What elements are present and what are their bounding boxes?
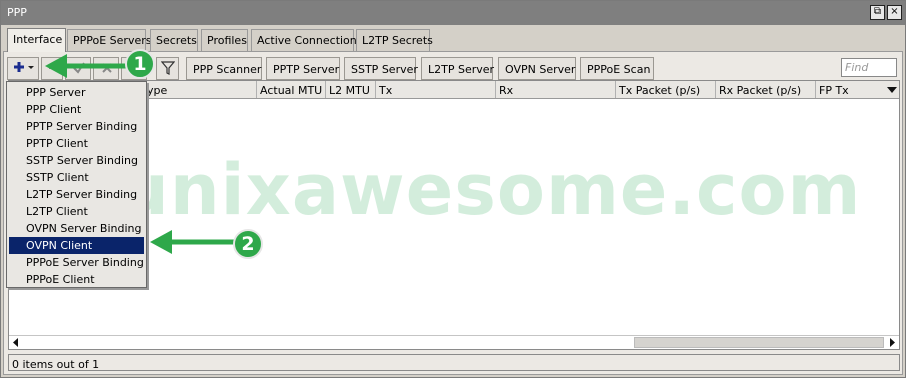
filter-button[interactable] [156, 57, 179, 80]
col-tx-packet[interactable]: Tx Packet (p/s) [616, 81, 716, 98]
pptp-server-button[interactable]: PPTP Server [266, 57, 340, 80]
col-rx-packet[interactable]: Rx Packet (p/s) [716, 81, 816, 98]
col-tx[interactable]: Tx [376, 81, 496, 98]
tab-interface[interactable]: Interface [7, 28, 66, 52]
add-plus-icon [14, 62, 34, 72]
watermark-text: unixawesome.com [119, 149, 862, 231]
scroll-right-icon[interactable] [887, 337, 897, 348]
menu-item-ppp-client[interactable]: PPP Client [9, 101, 144, 118]
tab-l2tp-secrets[interactable]: L2TP Secrets [356, 29, 433, 51]
scroll-left-icon[interactable] [11, 337, 21, 348]
close-icon[interactable]: × [887, 5, 902, 20]
column-menu-icon[interactable] [886, 84, 898, 96]
title-bar: PPP ⧉ × [1, 1, 905, 25]
horizontal-scrollbar[interactable] [9, 335, 899, 349]
tab-profiles[interactable]: Profiles [201, 29, 248, 51]
pppoe-scan-button[interactable]: PPPoE Scan [580, 57, 654, 80]
menu-item-pptp-client[interactable]: PPTP Client [9, 135, 144, 152]
sstp-server-button[interactable]: SSTP Server [344, 57, 418, 80]
find-input[interactable]: Find [841, 58, 897, 77]
menu-item-ppp-server[interactable]: PPP Server [9, 84, 144, 101]
add-dropdown-menu: PPP Server PPP Client PPTP Server Bindin… [6, 81, 147, 288]
status-bar: 0 items out of 1 [8, 354, 900, 371]
ovpn-server-button[interactable]: OVPN Server [498, 57, 576, 80]
menu-item-ovpn-server-binding[interactable]: OVPN Server Binding [9, 220, 144, 237]
menu-item-sstp-client[interactable]: SSTP Client [9, 169, 144, 186]
tab-pppoe-servers[interactable]: PPPoE Servers [67, 29, 152, 51]
step-badge-2: 2 [233, 229, 263, 259]
col-actual-mtu[interactable]: Actual MTU [257, 81, 326, 98]
menu-item-ovpn-client[interactable]: OVPN Client [9, 237, 144, 254]
annotation-arrow-1 [45, 54, 127, 78]
col-l2-mtu[interactable]: L2 MTU [326, 81, 376, 98]
menu-item-sstp-server-binding[interactable]: SSTP Server Binding [9, 152, 144, 169]
annotation-arrow-2 [150, 230, 234, 254]
menu-item-pppoe-client[interactable]: PPPoE Client [9, 271, 144, 288]
menu-item-pppoe-server-binding[interactable]: PPPoE Server Binding [9, 254, 144, 271]
ppp-scanner-button[interactable]: PPP Scanner [186, 57, 262, 80]
restore-icon[interactable]: ⧉ [870, 5, 885, 20]
col-rx[interactable]: Rx [496, 81, 616, 98]
scroll-thumb[interactable] [634, 337, 884, 348]
menu-item-l2tp-client[interactable]: L2TP Client [9, 203, 144, 220]
tab-active-connections[interactable]: Active Connections [251, 29, 363, 51]
window-title: PPP [7, 6, 27, 19]
filter-icon [160, 61, 176, 75]
col-fp-tx[interactable]: FP Tx [816, 81, 886, 98]
add-button[interactable] [7, 57, 39, 80]
menu-item-pptp-server-binding[interactable]: PPTP Server Binding [9, 118, 144, 135]
tab-secrets[interactable]: Secrets [150, 29, 198, 51]
step-badge-1: 1 [125, 49, 155, 79]
l2tp-server-button[interactable]: L2TP Server [421, 57, 494, 80]
ppp-window: PPP ⧉ × Interface PPPoE Servers Secrets … [0, 0, 906, 378]
menu-item-l2tp-server-binding[interactable]: L2TP Server Binding [9, 186, 144, 203]
